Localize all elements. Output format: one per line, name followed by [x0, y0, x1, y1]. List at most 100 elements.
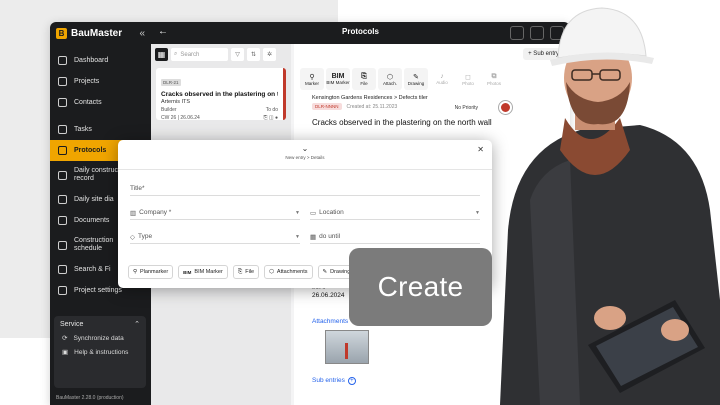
tool-label: Marker	[304, 80, 319, 86]
file-button[interactable]: ⎘ File	[232, 265, 260, 279]
sliders-icon	[58, 286, 67, 295]
entry-tag: DLR-21	[161, 79, 181, 86]
attachment-chips: ⚲ Planmarker BIM BIM Marker ⎘ File ⬡ Attachm…	[128, 265, 356, 279]
sidebar-item-label: Project settings	[74, 287, 122, 294]
worker-photo	[500, 7, 720, 405]
entry-meta: Builder To do	[161, 107, 278, 113]
location-placeholder: Location	[319, 209, 344, 216]
bim-marker-button[interactable]: BIM BIM Marker	[178, 265, 228, 279]
logo-icon: B	[56, 27, 67, 39]
user-icon	[58, 98, 67, 107]
file-tool[interactable]: ⎘ File	[352, 68, 376, 90]
sidebar-item-label: Contacts	[74, 99, 102, 106]
sidebar-item-label: Daily site dia	[74, 196, 114, 203]
tool-label: Drawing	[407, 80, 425, 86]
help-button[interactable]: ▣ Help & instructions	[54, 346, 146, 360]
location-select[interactable]: ▭ Location ▼	[310, 206, 480, 220]
list-toolbar: ▦ ⌕ Search ▽ ⇅ ✲	[151, 44, 291, 65]
company-select[interactable]: ▥ Company * ▼	[130, 206, 300, 220]
chevron-down-icon[interactable]: ⌄	[118, 144, 492, 153]
sidebar-item-label: Protocols	[74, 147, 107, 154]
version-label: BauMaster 2.28.0 (production)	[56, 395, 124, 401]
add-entry-button[interactable]: ▦	[155, 48, 168, 61]
chevron-up-icon: ⌃	[134, 321, 140, 328]
chevron-down-icon: ▼	[295, 209, 300, 216]
help-icon: ▣	[62, 349, 69, 356]
location-icon: ▭	[310, 209, 317, 217]
create-button[interactable]: Create	[349, 248, 492, 326]
collapse-sidebar-icon[interactable]: «	[139, 28, 145, 39]
bim-marker-tool[interactable]: BIM BIM Marker	[326, 68, 350, 90]
attachment-icon: ⬡	[269, 269, 274, 275]
view-toggle-icon[interactable]: ⇅	[247, 48, 260, 61]
search-icon: ⌕	[174, 51, 178, 57]
dashboard-icon	[58, 56, 67, 65]
title-placeholder: Title*	[130, 185, 145, 192]
type-placeholder: Type	[138, 233, 153, 240]
chip-label: Attachments	[276, 269, 308, 275]
sync-data-button[interactable]: ⟳ Synchronize data	[54, 332, 146, 346]
service-item-label: Synchronize data	[73, 335, 124, 342]
audio-icon: ♪	[440, 73, 444, 80]
drawing-tool[interactable]: ✎ Drawing	[404, 68, 428, 90]
chip-label: Drawing	[330, 269, 351, 275]
audio-tool[interactable]: ♪ Audio	[430, 68, 454, 90]
entry-week: CW 26 | 26.06.24	[161, 115, 200, 121]
pin-icon: ⚲	[133, 269, 138, 275]
modal-breadcrumb: New entry > Details	[285, 155, 325, 160]
search-input[interactable]: ⌕ Search	[171, 48, 228, 61]
type-select[interactable]: ◇ Type ▼	[130, 230, 300, 244]
entry-status-icons: ⎘ ◫ ●	[263, 115, 278, 121]
sidebar-item-label: Search & Fi	[74, 266, 111, 273]
brand: B BauMaster «	[50, 22, 151, 44]
file-icon: ⎘	[237, 268, 243, 275]
tool-label: File	[360, 80, 368, 86]
sync-icon: ⟳	[62, 335, 68, 342]
entry-status: To do	[265, 107, 278, 113]
file-icon: ⎘	[361, 72, 367, 80]
planmarker-button[interactable]: ⚲ Planmarker	[128, 265, 174, 279]
service-header[interactable]: Service ⌃	[54, 316, 146, 332]
attachment-icon: ⬡	[386, 73, 394, 81]
chevron-down-icon: ▼	[295, 233, 300, 240]
calendar-icon: ▦	[310, 233, 317, 241]
sidebar-item-label: Documents	[74, 217, 110, 224]
sidebar-item-tasks[interactable]: Tasks	[50, 119, 151, 140]
due-date-field[interactable]: ▦ do until	[310, 230, 480, 244]
search-placeholder: Search	[180, 51, 200, 58]
calendar-icon	[58, 195, 67, 204]
company-placeholder: Company *	[139, 209, 172, 216]
attach-tool[interactable]: ⬡ Attach.	[378, 68, 402, 90]
title-field[interactable]: Title*	[130, 182, 480, 196]
folder-icon	[58, 216, 67, 225]
sidebar-item-dashboard[interactable]: Dashboard	[50, 50, 151, 71]
company-icon: ▥	[130, 209, 137, 217]
chip-label: BIM Marker	[194, 269, 223, 275]
entry-meta: CW 26 | 26.06.24 ⎘ ◫ ●	[161, 115, 278, 121]
gantt-icon	[58, 240, 67, 250]
list-icon	[58, 77, 67, 86]
chip-label: File	[245, 269, 255, 275]
sidebar-item-contacts[interactable]: Contacts	[50, 92, 151, 113]
chip-label: Planmarker	[140, 269, 169, 275]
marker-tool[interactable]: ⚲ Marker	[300, 68, 324, 90]
created-date: Created at: 25.11.2023	[346, 103, 398, 110]
attachments-button[interactable]: ⬡ Attachments	[264, 265, 313, 279]
service-item-label: Help & instructions	[74, 349, 129, 356]
settings-icon[interactable]: ✲	[263, 48, 276, 61]
notebook-icon	[58, 170, 67, 180]
status-badge: DLR-NNNN	[312, 103, 342, 110]
tool-label: Attach.	[382, 80, 397, 86]
pin-icon: ⚲	[309, 73, 315, 81]
tag-icon: ◇	[130, 233, 135, 241]
entry-company: Arternis ITS	[161, 99, 191, 105]
entry-title: Cracks observed in the plastering on th.…	[161, 91, 278, 98]
entry-trade: Builder	[161, 107, 177, 113]
due-date-placeholder: do until	[319, 233, 341, 240]
filter-icon[interactable]: ▽	[231, 48, 244, 61]
brand-name: BauMaster	[71, 27, 123, 39]
list-item[interactable]: DLR-21 Cracks observed in the plastering…	[156, 68, 286, 121]
bim-icon: BIM	[183, 269, 192, 275]
service-title: Service	[60, 320, 84, 328]
sidebar-item-projects[interactable]: Projects	[50, 71, 151, 92]
